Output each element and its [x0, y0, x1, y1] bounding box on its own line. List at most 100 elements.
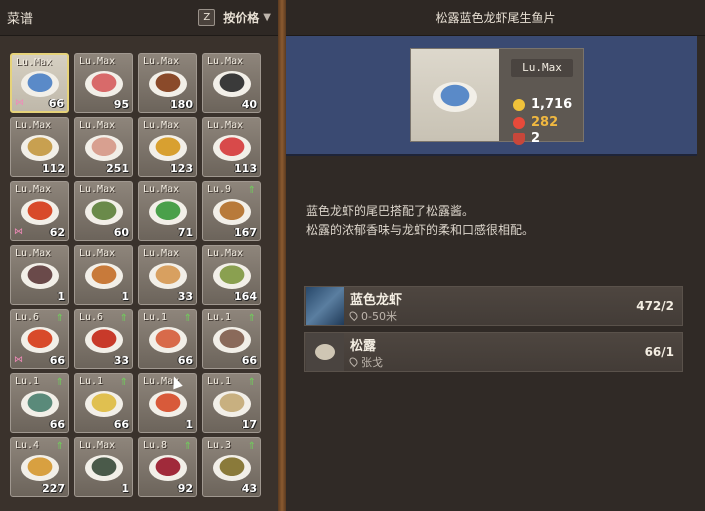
dish-icon — [148, 199, 187, 226]
level-up-arrow-icon: ⇑ — [247, 185, 256, 196]
recipe-slot[interactable]: Lu.9 ⇑ 167 — [202, 181, 261, 241]
recipe-count: 66 — [113, 418, 129, 431]
recipe-count: 112 — [42, 162, 65, 175]
recipe-description: 蓝色龙虾的尾巴搭配了松露酱。 松露的浓郁香味与龙虾的柔和口感很相配。 — [306, 202, 686, 240]
recipe-detail-card: Lu.Max 1,716 282 2 — [410, 48, 584, 146]
recipe-slot[interactable]: Lu.Max 112 — [10, 117, 69, 177]
recipe-slot[interactable]: Lu.Max 123 — [138, 117, 197, 177]
level-up-arrow-icon: ⇑ — [55, 377, 64, 388]
recipe-count: 180 — [170, 98, 193, 111]
recipe-slot[interactable]: Lu.6 ⇑ 33 — [74, 309, 133, 369]
recipe-slot[interactable]: Lu.Max 95 — [74, 53, 133, 113]
dish-icon — [84, 71, 123, 98]
dish-icon — [84, 327, 123, 354]
recipe-list-header: 菜谱 Z 按价格 ▼ — [0, 0, 278, 36]
recipe-count: 43 — [241, 482, 257, 495]
recipe-slot[interactable]: Lu.Max 1 — [138, 373, 197, 433]
recipe-slot[interactable]: Lu.Max 1 — [10, 245, 69, 305]
dish-icon — [84, 391, 123, 418]
ribbon-icon: ⋈ — [14, 355, 23, 365]
recipe-level: Lu.8 — [143, 440, 168, 451]
level-up-arrow-icon: ⇑ — [55, 441, 64, 452]
recipe-slot[interactable]: Lu.Max 71 — [138, 181, 197, 241]
recipe-count: 113 — [234, 162, 257, 175]
dish-icon — [84, 263, 123, 290]
recipe-count: 33 — [113, 354, 129, 367]
recipe-slot[interactable]: Lu.1 ⇑ 66 — [10, 373, 69, 433]
recipe-slot[interactable]: Lu.Max 33 — [138, 245, 197, 305]
recipe-detail-image — [411, 49, 499, 141]
recipe-level: Lu.6 — [15, 312, 40, 323]
recipe-slot[interactable]: Lu.1 ⇑ 17 — [202, 373, 261, 433]
level-up-arrow-icon: ⇑ — [183, 441, 192, 452]
recipe-level: Lu.3 — [207, 440, 232, 451]
recipe-slot[interactable]: Lu.1 ⇑ 66 — [74, 373, 133, 433]
recipe-count: 92 — [177, 482, 193, 495]
recipe-slot[interactable]: Lu.Max 1 — [74, 437, 133, 497]
recipe-count: 1 — [121, 482, 129, 495]
chevron-down-icon[interactable]: ▼ — [263, 12, 271, 23]
recipe-level: Lu.Max — [143, 248, 180, 259]
recipe-count: 71 — [177, 226, 193, 239]
recipe-slot[interactable]: Lu.Max 164 — [202, 245, 261, 305]
recipe-slot[interactable]: Lu.Max 1 — [74, 245, 133, 305]
recipe-count: 66 — [177, 354, 193, 367]
coin-icon — [513, 98, 525, 111]
recipe-slot[interactable]: Lu.1 ⇑ 66 — [202, 309, 261, 369]
recipe-slot[interactable]: Lu.Max 113 — [202, 117, 261, 177]
recipe-count: 60 — [113, 226, 129, 239]
recipe-detail-banner: Lu.Max 1,716 282 2 — [286, 36, 697, 156]
recipe-level: Lu.1 — [207, 312, 232, 323]
recipe-level: Lu.Max — [16, 57, 53, 68]
ingredient-row[interactable]: 松露 张戈 66/1 — [304, 332, 683, 372]
recipe-level: Lu.1 — [15, 376, 40, 387]
truffle-icon — [306, 333, 344, 371]
level-up-arrow-icon: ⇑ — [247, 441, 256, 452]
recipe-level: Lu.Max — [207, 120, 244, 131]
recipe-price: 1,716 — [513, 97, 572, 112]
recipe-slot[interactable]: Lu.Max 60 — [74, 181, 133, 241]
dish-icon — [20, 263, 59, 290]
bowl-icon — [513, 132, 525, 145]
dish-icon — [20, 455, 59, 482]
recipe-level: Lu.1 — [79, 376, 104, 387]
sort-by-price-button[interactable]: 按价格 — [223, 9, 259, 26]
recipe-slot[interactable]: Lu.1 ⇑ 66 — [138, 309, 197, 369]
recipe-rating: 282 — [513, 115, 558, 130]
recipe-level: Lu.Max — [15, 120, 52, 131]
dish-icon — [212, 327, 251, 354]
recipe-detail-panel: 松露蓝色龙虾尾生鱼片 Lu.Max 1,716 282 2 蓝色龙虾的尾巴搭配了… — [286, 0, 705, 511]
blue-lobster-icon — [306, 287, 344, 325]
ingredient-name: 松露 — [350, 338, 377, 354]
recipe-slot[interactable]: Lu.Max ⋈ 62 — [10, 181, 69, 241]
dish-icon — [212, 455, 251, 482]
dish-icon — [212, 199, 251, 226]
dish-icon — [20, 391, 59, 418]
recipe-count: 95 — [113, 98, 129, 111]
recipe-slot[interactable]: Lu.Max 180 — [138, 53, 197, 113]
dish-icon — [148, 263, 187, 290]
level-up-arrow-icon: ⇑ — [119, 377, 128, 388]
ingredient-location: 张戈 — [361, 355, 383, 369]
recipe-rating-value: 282 — [531, 115, 559, 130]
recipe-count: 66 — [49, 418, 65, 431]
ingredient-row[interactable]: 蓝色龙虾 0-50米 472/2 — [304, 286, 683, 326]
recipe-level-badge: Lu.Max — [511, 59, 573, 77]
recipe-count: 164 — [234, 290, 257, 303]
recipe-count: 33 — [177, 290, 193, 303]
recipe-slot[interactable]: Lu.Max 251 — [74, 117, 133, 177]
recipe-level: Lu.4 — [15, 440, 40, 451]
recipe-slot[interactable]: Lu.4 ⇑ 227 — [10, 437, 69, 497]
recipe-slot[interactable]: Lu.8 ⇑ 92 — [138, 437, 197, 497]
recipe-slot[interactable]: Lu.Max 40 — [202, 53, 261, 113]
recipe-slot[interactable]: Lu.3 ⇑ 43 — [202, 437, 261, 497]
recipe-level: Lu.Max — [79, 56, 116, 67]
level-up-arrow-icon: ⇑ — [247, 377, 256, 388]
recipe-count: 40 — [241, 98, 257, 111]
recipe-count: 1 — [185, 418, 193, 431]
recipe-slot[interactable]: Lu.6 ⇑ ⋈ 66 — [10, 309, 69, 369]
recipe-level: Lu.9 — [207, 184, 232, 195]
recipe-slot[interactable]: Lu.Max ⋈ 66 — [10, 53, 69, 113]
dish-icon — [433, 81, 477, 112]
recipe-level: Lu.Max — [207, 248, 244, 259]
